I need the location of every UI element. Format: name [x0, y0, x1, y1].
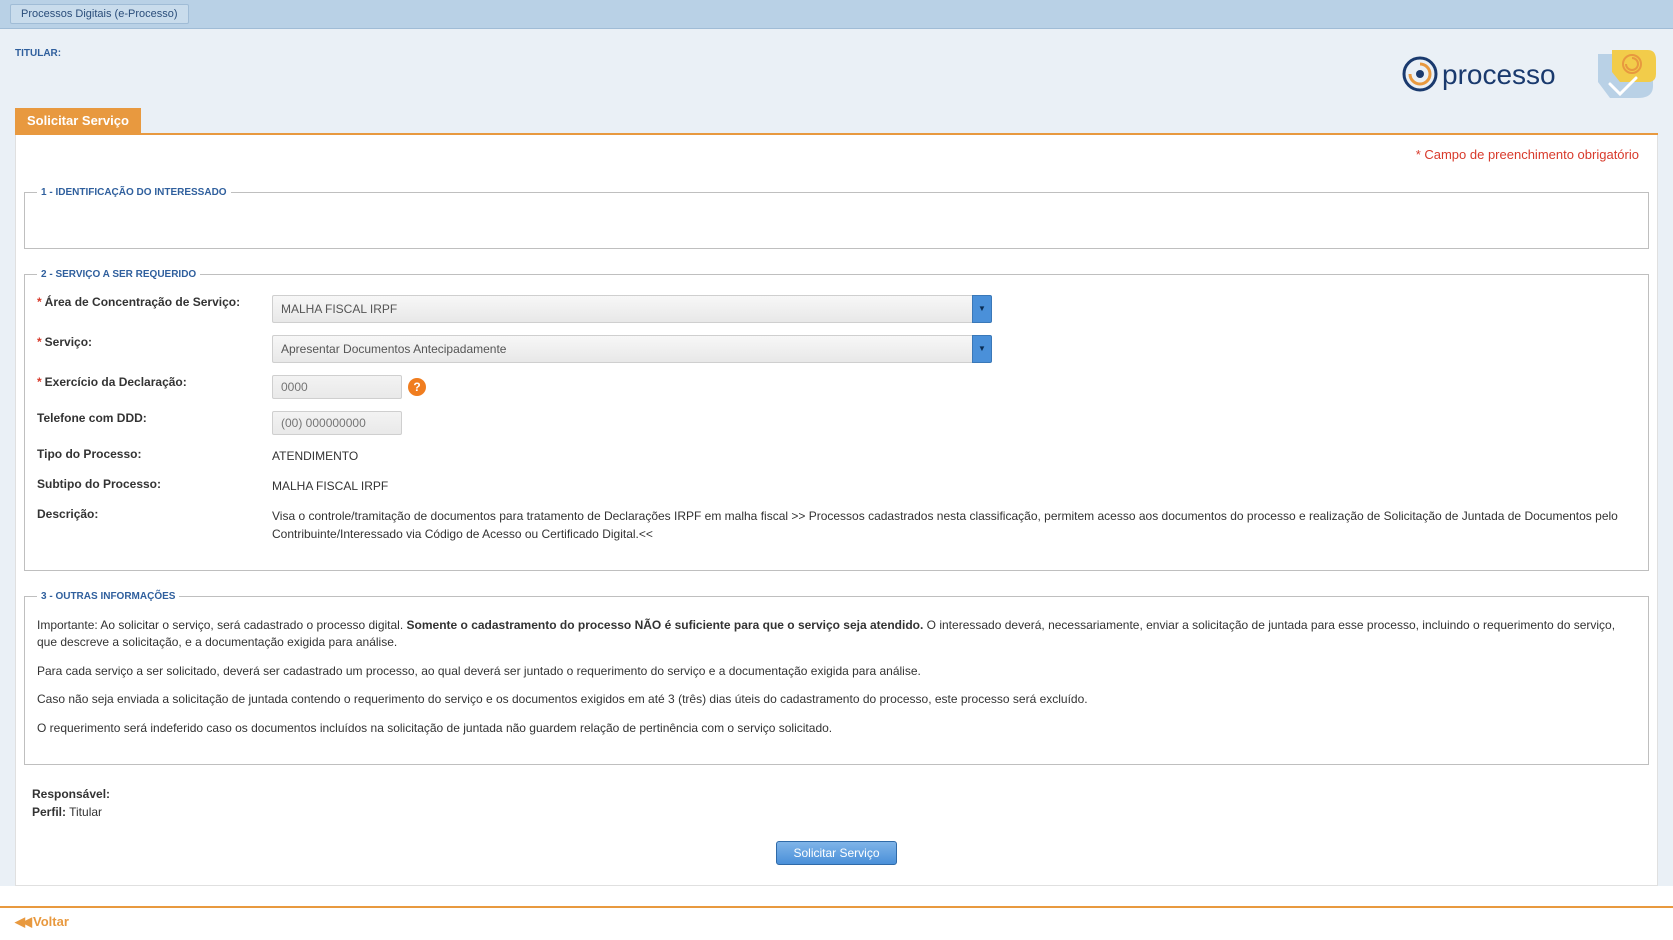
responsavel-block: Responsável: Perfil: Titular — [32, 785, 1649, 821]
tipo-label: Tipo do Processo: — [37, 447, 262, 461]
telefone-label: Telefone com DDD: — [37, 411, 262, 425]
telefone-input[interactable] — [272, 411, 402, 435]
servico-select-value: Apresentar Documentos Antecipadamente — [272, 335, 972, 363]
fieldset1-legend: 1 - IDENTIFICAÇÃO DO INTERESSADO — [37, 187, 231, 198]
required-note: * Campo de preenchimento obrigatório — [24, 147, 1649, 162]
responsavel-label: Responsável: — [32, 787, 110, 801]
chevron-down-icon: ▼ — [978, 343, 986, 355]
top-banner: Processos Digitais (e-Processo) — [0, 0, 1673, 29]
solicitar-servico-button[interactable]: Solicitar Serviço — [776, 841, 896, 865]
help-icon[interactable]: ? — [408, 378, 426, 396]
fieldset3-legend: 3 - OUTRAS INFORMAÇÕES — [37, 591, 179, 602]
servico-select-button[interactable]: ▼ — [972, 335, 992, 363]
fieldset2-legend: 2 - SERVIÇO A SER REQUERIDO — [37, 269, 200, 280]
section-title: Solicitar Serviço — [15, 108, 141, 133]
subtipo-label: Subtipo do Processo: — [37, 477, 262, 491]
fieldset-servico: 2 - SERVIÇO A SER REQUERIDO *Área de Con… — [24, 269, 1649, 571]
app-tab[interactable]: Processos Digitais (e-Processo) — [10, 4, 189, 24]
servico-label: *Serviço: — [37, 335, 262, 349]
area-label: *Área de Concentração de Serviço: — [37, 295, 262, 309]
area-select[interactable]: MALHA FISCAL IRPF ▼ — [272, 295, 992, 323]
info-p3: Caso não seja enviada a solicitação de j… — [37, 691, 1636, 708]
exercicio-input[interactable] — [272, 375, 402, 399]
info-p2: Para cada serviço a ser solicitado, deve… — [37, 663, 1636, 680]
double-left-arrow-icon: ◀◀ — [15, 914, 29, 929]
footer-bar: ◀◀Voltar — [0, 906, 1673, 940]
perfil-value: Titular — [66, 805, 102, 819]
area-select-button[interactable]: ▼ — [972, 295, 992, 323]
fieldset-identificacao: 1 - IDENTIFICAÇÃO DO INTERESSADO — [24, 187, 1649, 249]
content-area: * Campo de preenchimento obrigatório 1 -… — [15, 135, 1658, 886]
servico-select[interactable]: Apresentar Documentos Antecipadamente ▼ — [272, 335, 992, 363]
titular-label: TITULAR: — [15, 44, 61, 59]
eprocesso-logo-icon: processo — [1398, 44, 1658, 100]
logo: processo — [1398, 44, 1658, 100]
page-wrap: TITULAR: processo Solicitar Serviço — [0, 29, 1673, 886]
tipo-value: ATENDIMENTO — [272, 447, 1636, 465]
fieldset-outras: 3 - OUTRAS INFORMAÇÕES Importante: Ao so… — [24, 591, 1649, 765]
perfil-label: Perfil: — [32, 805, 66, 819]
exercicio-label: *Exercício da Declaração: — [37, 375, 262, 389]
svg-text:processo: processo — [1442, 59, 1556, 90]
info-p4: O requerimento será indeferido caso os d… — [37, 720, 1636, 737]
chevron-down-icon: ▼ — [978, 303, 986, 315]
info-p1: Importante: Ao solicitar o serviço, será… — [37, 617, 1636, 651]
subtipo-value: MALHA FISCAL IRPF — [272, 477, 1636, 495]
descricao-value: Visa o controle/tramitação de documentos… — [272, 507, 1636, 543]
voltar-link[interactable]: ◀◀Voltar — [15, 914, 69, 929]
descricao-label: Descrição: — [37, 507, 262, 521]
area-select-value: MALHA FISCAL IRPF — [272, 295, 972, 323]
